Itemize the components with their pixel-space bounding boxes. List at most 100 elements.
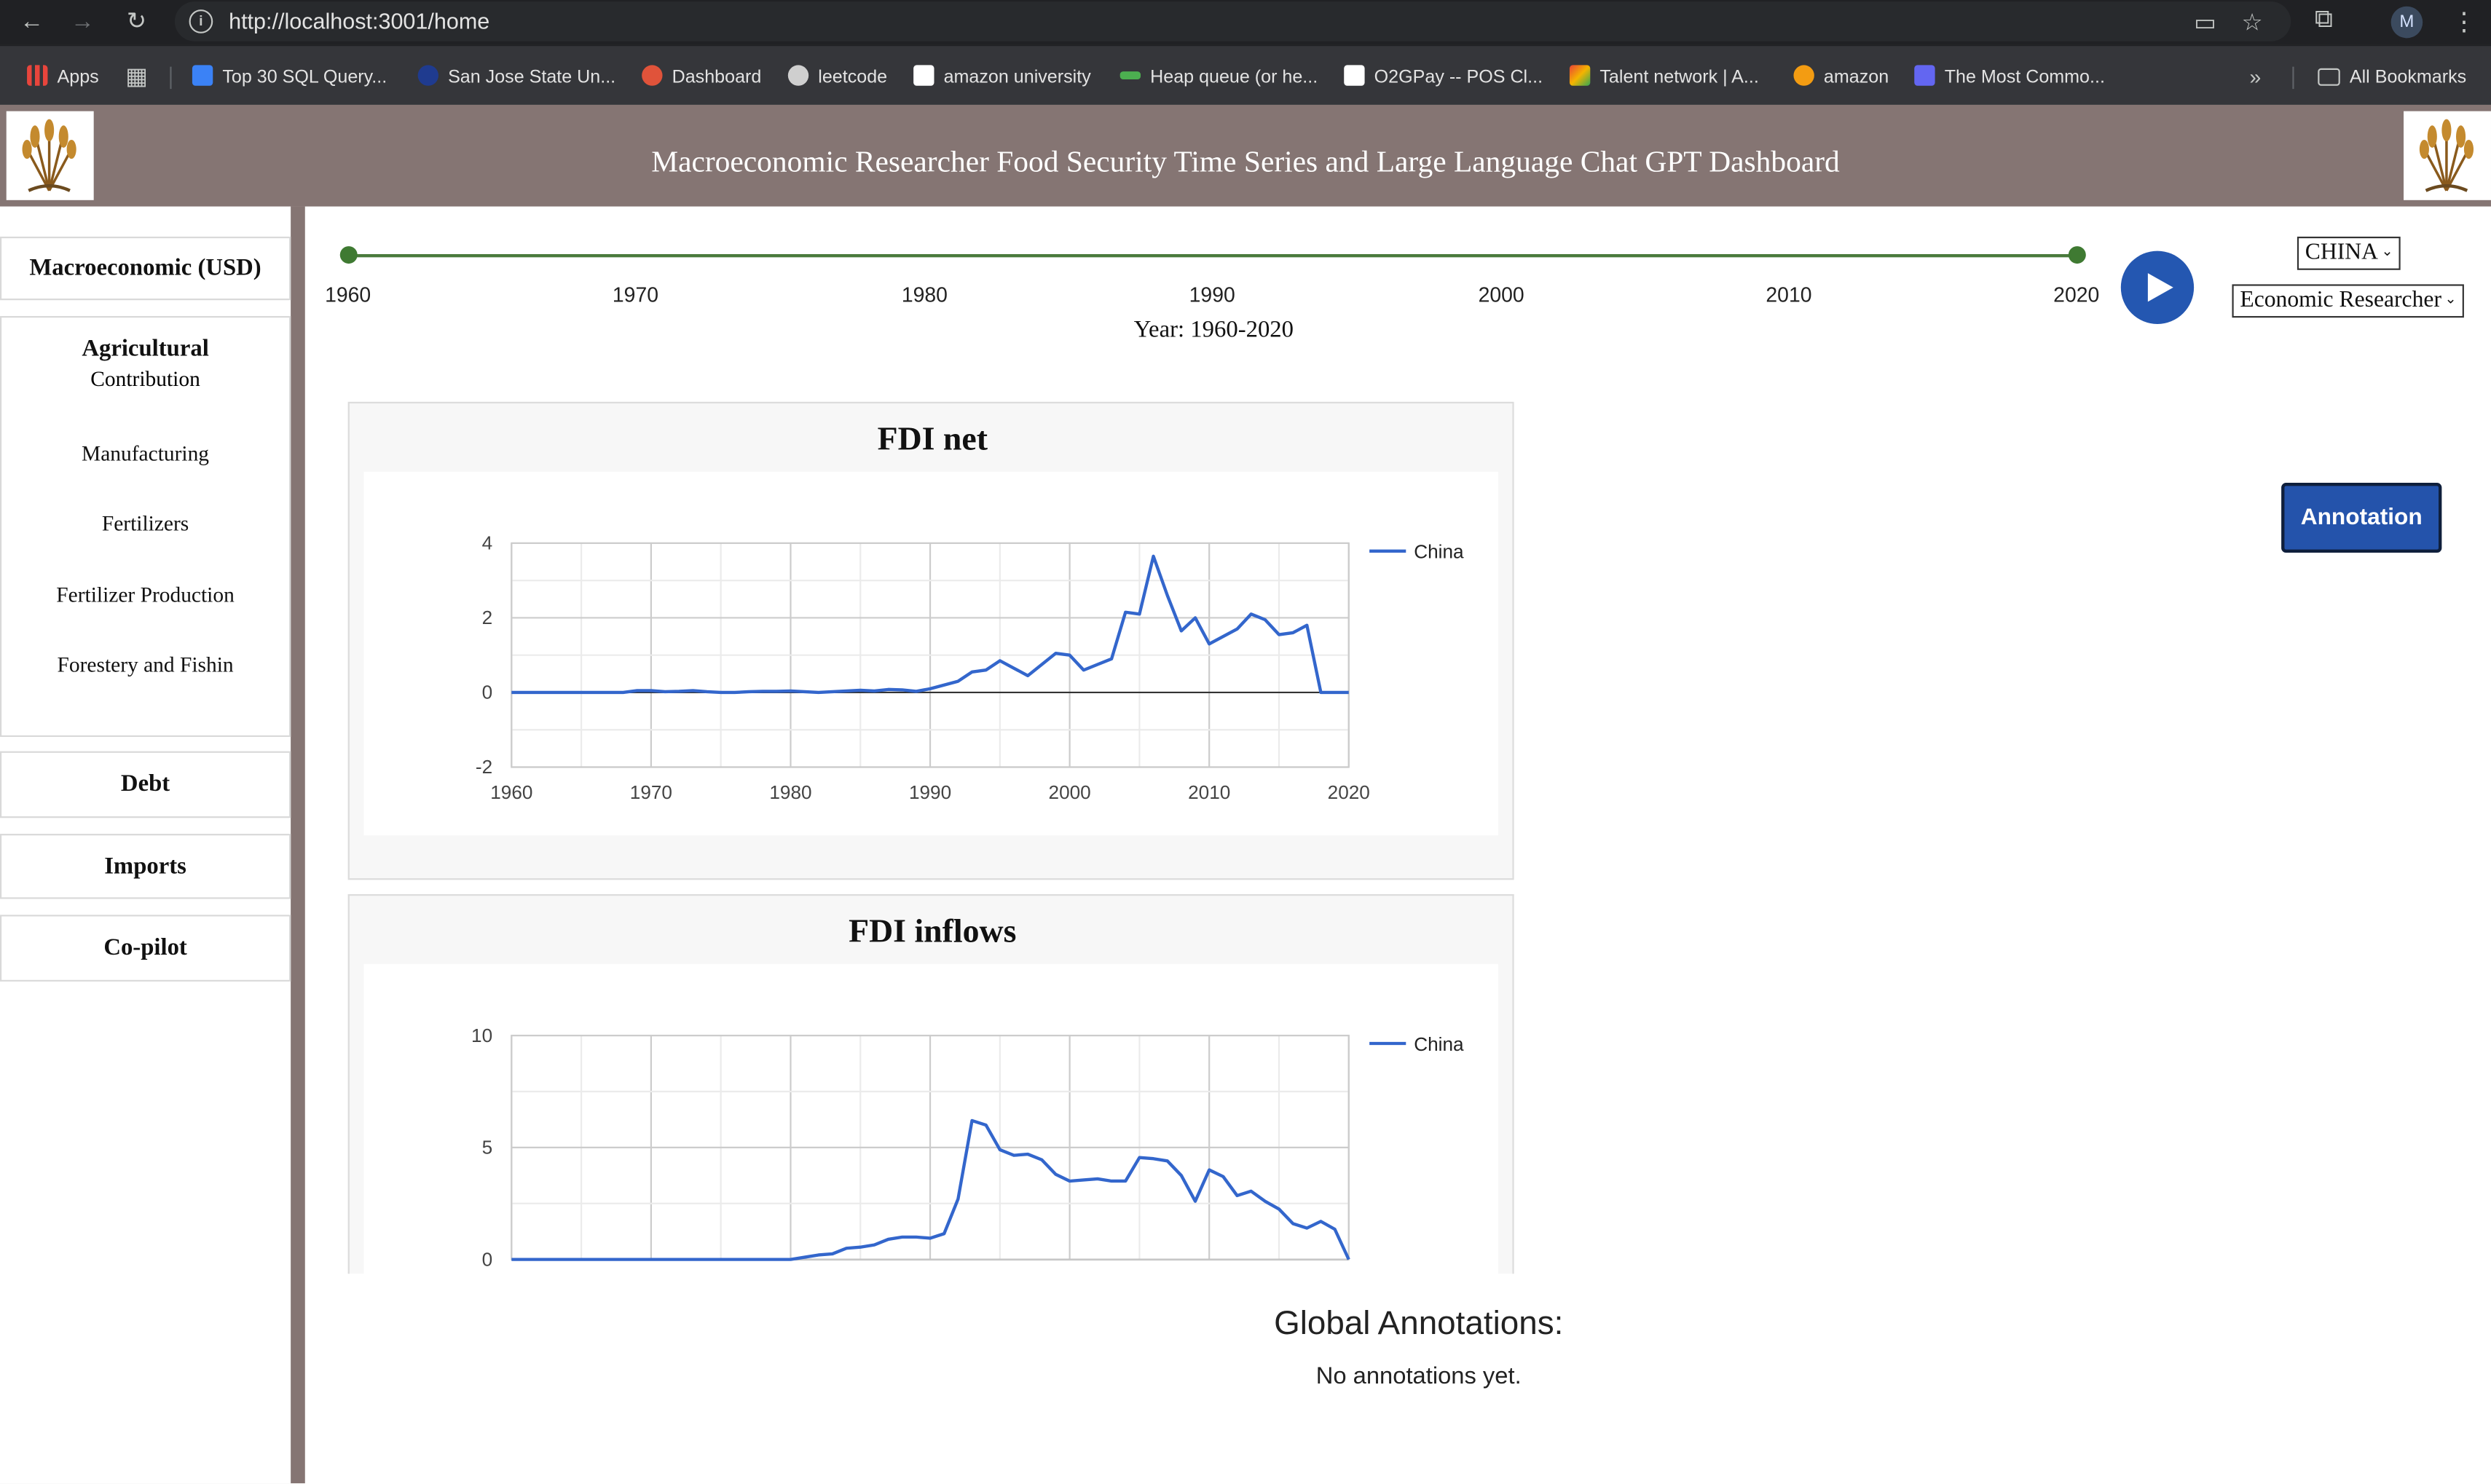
profile-avatar[interactable]: M [2390, 6, 2423, 39]
bookmark-item[interactable]: The Most Commo... [1914, 65, 2105, 90]
wheat-logo-icon [2404, 111, 2491, 200]
x-tick-label: 1980 [769, 781, 811, 803]
sidebar-item-fertilizers[interactable]: Fertilizers [0, 511, 291, 537]
slider-start-handle[interactable] [339, 246, 358, 264]
chart-panel-fdi-inflows: FDI inflows 1050196019701980199020002010… [347, 893, 1514, 1274]
bookmarks-bar: Apps ▦ Top 30 SQL Query... San Jose Stat… [0, 44, 2491, 105]
sidebar-item-imports[interactable]: Imports [0, 834, 291, 899]
menu-kebab-icon[interactable]: ⋮ [2451, 7, 2476, 39]
all-bookmarks-label: All Bookmarks [2349, 68, 2467, 87]
bookmark-label: leetcode [818, 68, 888, 87]
bookmark-favicon-icon [417, 65, 438, 86]
sidebar-item-copilot[interactable]: Co-pilot [0, 915, 291, 982]
legend-label: China [1414, 1033, 1464, 1055]
sidebar-item-label: Debt [120, 772, 170, 797]
bookmark-favicon-icon [1119, 71, 1141, 80]
sidebar-item-forestry-fishing[interactable]: Forestery and Fishin [0, 652, 291, 678]
sidebar-item-label: Macroeconomic (USD) [29, 256, 261, 282]
global-annotations-title: Global Annotations: [1274, 1305, 1564, 1343]
chevron-down-icon: ⌄ [2444, 291, 2457, 307]
bookmark-item[interactable]: Talent network | A... [1569, 65, 1759, 90]
tab-groups-icon[interactable]: ▦ [125, 64, 148, 90]
play-button[interactable] [2120, 250, 2195, 324]
bookmarks-divider [2292, 66, 2294, 90]
chart-title: FDI inflows [849, 911, 1017, 950]
bookmark-favicon-icon [913, 65, 934, 86]
bookmark-label: amazon [1823, 68, 1889, 87]
x-tick-label: 2000 [1049, 781, 1091, 803]
slider-tick-label: 2010 [1766, 283, 1812, 307]
url-text[interactable]: http://localhost:3001/home [229, 8, 489, 33]
legend-label: China [1414, 541, 1464, 563]
fdi-inflows-chart[interactable]: 10501960197019801990200020102020China [363, 963, 1498, 1274]
x-tick-label: 1970 [630, 781, 672, 803]
sidebar-item-debt[interactable]: Debt [0, 751, 291, 818]
role-select-value: Economic Researcher [2240, 287, 2441, 313]
x-tick-label: 2010 [1188, 781, 1230, 803]
y-tick-label: 0 [482, 682, 493, 703]
y-tick-label: 0 [482, 1248, 493, 1270]
bookmark-label: O2GPay -- POS Cl... [1374, 68, 1543, 87]
sidebar-menu: Macroeconomic (USD) Agricultural Contrib… [0, 206, 291, 1484]
bookmark-item[interactable]: San Jose State Un... [417, 65, 615, 90]
bookmark-label: Heap queue (or he... [1150, 68, 1318, 87]
chart-panel-fdi-net: FDI net 4 2 0 -2 1960 1970 1980 1990 2000 2010 202… [347, 401, 1514, 880]
sidebar-item-macroeconomic[interactable]: Macroeconomic (USD) [0, 236, 291, 301]
role-select[interactable]: Economic Researcher ⌄ [2232, 284, 2465, 318]
slider-tick-label: 1970 [612, 283, 658, 307]
x-tick-label: 1990 [909, 781, 951, 803]
apps-grid-icon [27, 65, 48, 86]
bookmark-favicon-icon [787, 65, 809, 86]
chevron-down-icon: ⌄ [2381, 242, 2393, 259]
bookmark-item[interactable]: amazon [1793, 65, 1889, 90]
bookmark-label: Talent network | A... [1599, 68, 1759, 87]
sidebar-item-agricultural[interactable]: Agricultural Contribution [1, 336, 289, 392]
bookmark-label: The Most Commo... [1944, 68, 2105, 87]
bookmarks-divider [170, 66, 172, 90]
year-range-label: Year: 1960-2020 [1133, 317, 1294, 344]
bookmark-favicon-icon [192, 65, 213, 86]
sidebar-item-label: Agricultural [82, 336, 209, 363]
bookmark-star-icon[interactable]: ☆ [2242, 8, 2263, 36]
country-select[interactable]: CHINA ⌄ [2297, 236, 2401, 270]
sidebar-item-manufacturing[interactable]: Manufacturing [0, 441, 291, 467]
slider-end-handle[interactable] [2068, 246, 2086, 264]
play-icon [2147, 273, 2173, 302]
chart-title: FDI net [877, 419, 988, 458]
install-app-icon[interactable]: ▭ [2194, 8, 2216, 36]
fdi-net-chart[interactable]: 4 2 0 -2 1960 1970 1980 1990 2000 2010 2020 China [363, 471, 1498, 836]
slider-tick-label: 1990 [1189, 283, 1235, 307]
site-info-icon[interactable]: i [189, 9, 213, 33]
back-arrow-icon[interactable]: ← [16, 7, 48, 39]
annotations-empty-text: No annotations yet. [1315, 1362, 1522, 1390]
sidebar-item-fertilizer-production[interactable]: Fertilizer Production [0, 583, 291, 608]
x-tick-label: 1960 [490, 781, 532, 803]
x-tick-label: 2020 [1328, 781, 1370, 803]
bookmark-item[interactable]: leetcode [787, 65, 888, 90]
app-header: Macroeconomic Researcher Food Security T… [0, 104, 2491, 207]
y-tick-label: 4 [482, 532, 493, 554]
reload-icon[interactable]: ↻ [121, 7, 153, 39]
bookmark-item[interactable]: amazon university [913, 65, 1091, 90]
more-bookmarks-icon[interactable]: » [2249, 65, 2261, 90]
bookmark-item[interactable]: Dashboard [642, 65, 761, 90]
app-title: Macroeconomic Researcher Food Security T… [651, 146, 1840, 180]
all-bookmarks-button[interactable]: All Bookmarks [2318, 65, 2466, 90]
bookmark-item[interactable]: Top 30 SQL Query... [192, 65, 387, 90]
sidebar: Macroeconomic (USD) Agricultural Contrib… [0, 206, 305, 1484]
slider-tick-label: 1960 [325, 283, 371, 307]
bookmark-item[interactable]: Heap queue (or he... [1119, 65, 1318, 90]
sidebar-item-sublabel: Contribution [90, 366, 200, 391]
extensions-icon[interactable]: ⧉ [2315, 7, 2333, 35]
wheat-logo-right [2419, 119, 2474, 192]
annotation-button[interactable]: Annotation [2281, 483, 2442, 553]
year-range-slider[interactable] [347, 253, 2078, 258]
forward-arrow-icon[interactable]: → [67, 7, 99, 39]
bookmark-label: Apps [57, 68, 99, 87]
bookmark-favicon-icon [642, 65, 663, 86]
bookmark-item[interactable]: O2GPay -- POS Cl... [1344, 65, 1543, 90]
address-bar[interactable]: i http://localhost:3001/home ▭ ☆ [174, 1, 2291, 42]
folder-icon [2318, 68, 2340, 86]
bookmark-label: Top 30 SQL Query... [222, 68, 387, 87]
bookmark-apps[interactable]: Apps [27, 65, 99, 90]
